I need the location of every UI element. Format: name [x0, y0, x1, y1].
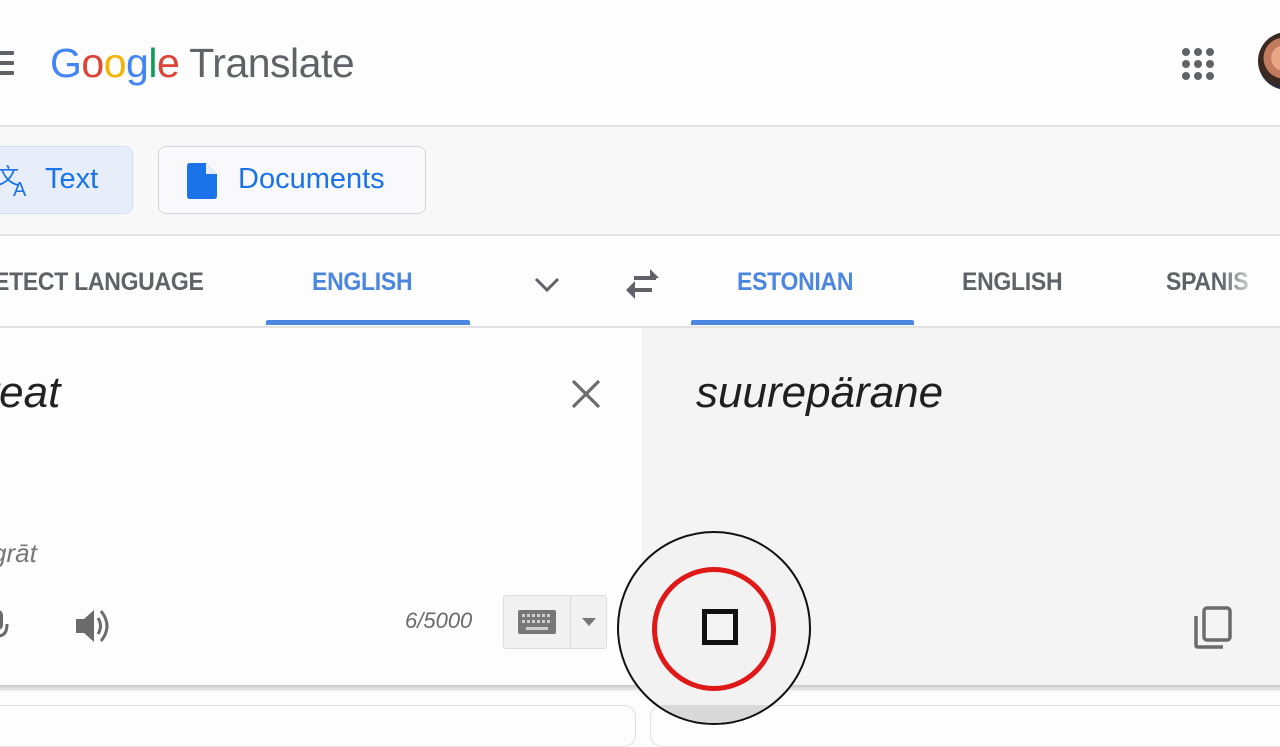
stop-icon[interactable] — [702, 609, 738, 645]
microphone-icon[interactable] — [0, 606, 16, 644]
source-text-input[interactable]: great — [0, 368, 60, 418]
target-lang-tab-estonian[interactable]: ESTONIAN — [737, 268, 853, 297]
keyboard-icon — [518, 610, 556, 634]
logo-letter: G — [50, 40, 82, 86]
logo-letter: o — [81, 40, 104, 86]
documents-mode-button[interactable]: Documents — [158, 146, 426, 214]
documents-mode-label: Documents — [238, 163, 385, 195]
hamburger-menu-icon[interactable] — [0, 51, 14, 75]
keyboard-button[interactable] — [504, 596, 571, 648]
text-mode-button[interactable]: 文 A Text — [0, 146, 133, 214]
translation-output: suurepärane — [696, 368, 944, 417]
history-card[interactable] — [0, 705, 636, 747]
character-counter: 6/5000 — [405, 608, 473, 633]
transliteration: grāt — [0, 538, 37, 569]
logo-letter: g — [126, 40, 149, 86]
target-lang-tab-english[interactable]: ENGLISH — [962, 268, 1063, 297]
logo-letter: o — [103, 40, 127, 86]
tabs-fade — [1220, 250, 1280, 320]
text-mode-label: Text — [45, 163, 99, 195]
input-tools — [503, 595, 607, 649]
listen-speaker-icon[interactable] — [74, 606, 114, 646]
caret-down-icon — [581, 618, 596, 626]
swap-languages-icon[interactable] — [622, 266, 664, 300]
target-active-underline — [691, 320, 914, 325]
logo-letter: e — [156, 40, 180, 86]
product-name: Translate — [189, 40, 355, 86]
clear-source-close-icon[interactable] — [568, 376, 604, 412]
more-source-languages-chevron-icon[interactable] — [532, 270, 562, 300]
source-active-underline — [266, 320, 470, 325]
transliteration-value: rāt — [6, 538, 37, 568]
logo-letter: l — [148, 40, 157, 86]
source-lang-tab-detect[interactable]: ETECT LANGUAGE — [0, 268, 204, 297]
input-tools-dropdown[interactable] — [571, 596, 606, 648]
app-logo[interactable]: Google Translate — [50, 38, 355, 88]
copy-translation-icon[interactable] — [1192, 604, 1236, 650]
document-icon — [187, 163, 217, 199]
google-apps-grid-icon[interactable] — [1178, 44, 1218, 84]
source-text-value: reat — [0, 368, 61, 417]
translate-icon: 文 A — [0, 162, 31, 201]
svg-text:A: A — [13, 179, 27, 200]
source-lang-tab-english[interactable]: ENGLISH — [312, 268, 413, 297]
